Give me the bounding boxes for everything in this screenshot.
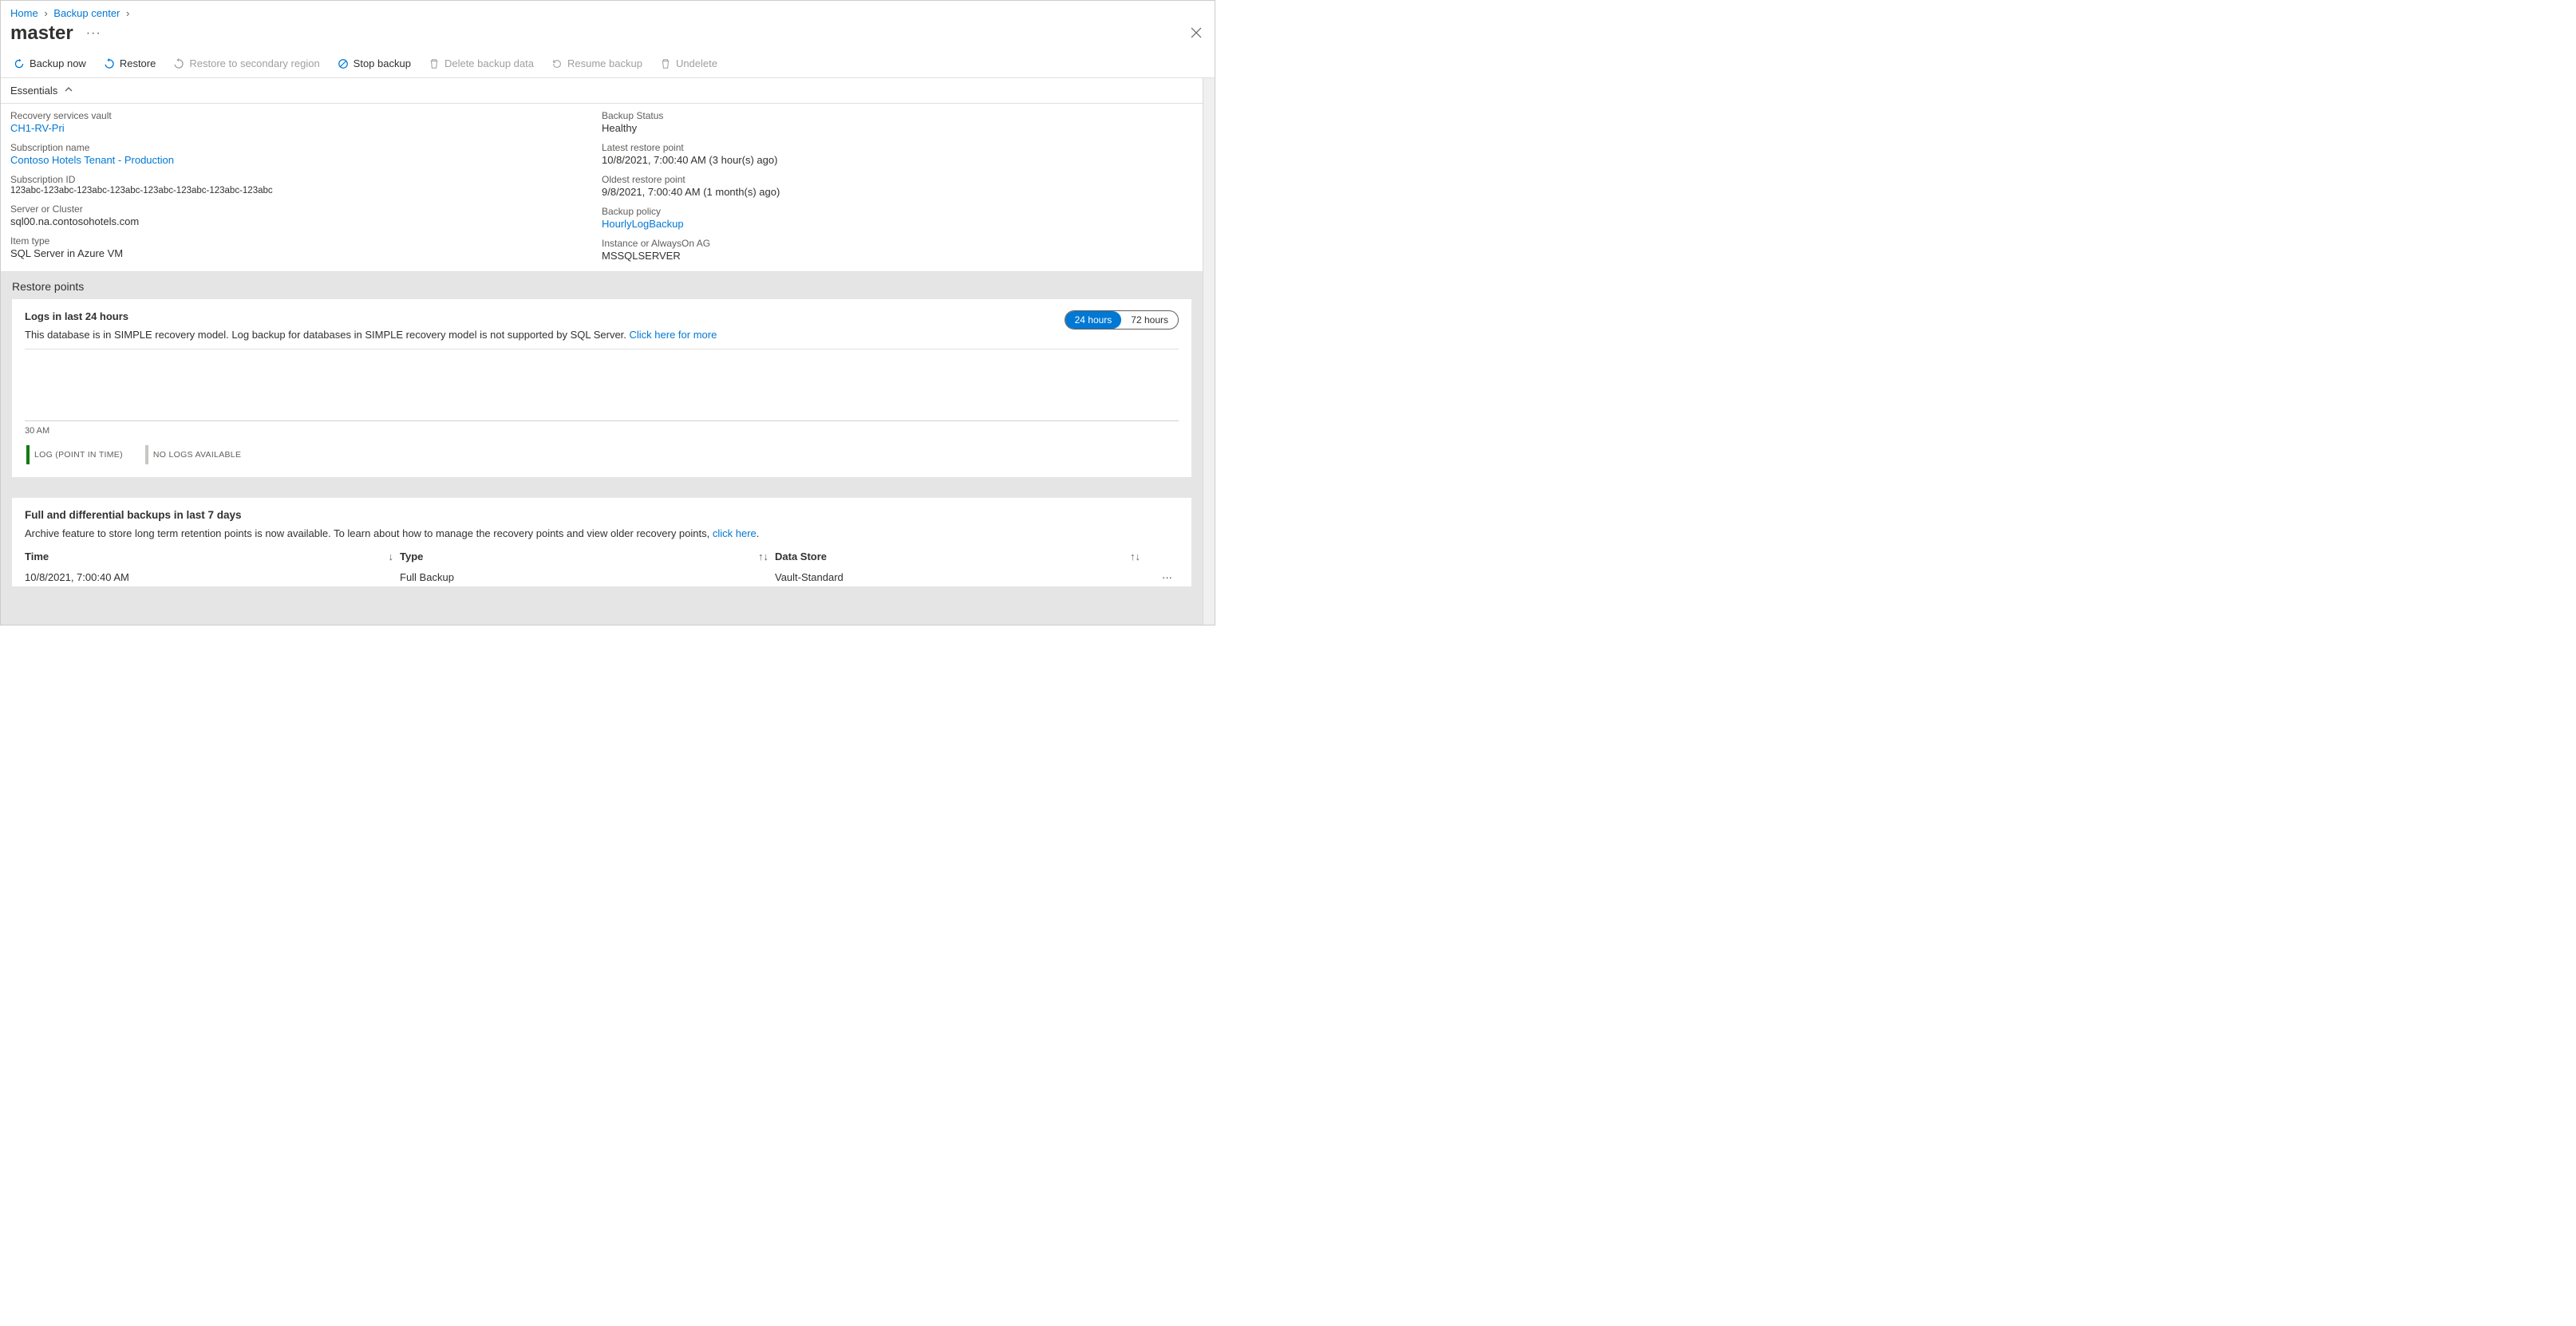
logs-card-title: Logs in last 24 hours <box>25 310 717 322</box>
latest-restore-label: Latest restore point <box>602 142 1193 153</box>
undelete-icon <box>660 58 671 69</box>
backup-status-label: Backup Status <box>602 110 1193 121</box>
vertical-scrollbar[interactable] <box>1203 78 1215 625</box>
page-title: master <box>10 22 73 45</box>
backup-policy-label: Backup policy <box>602 206 1193 217</box>
stop-backup-icon <box>338 58 349 69</box>
toggle-24h[interactable]: 24 hours <box>1065 311 1122 329</box>
vault-link[interactable]: CH1-RV-Pri <box>10 122 602 134</box>
latest-restore-value: 10/8/2021, 7:00:40 AM (3 hour(s) ago) <box>602 154 1193 166</box>
logs-chart: 30 AM <box>25 353 1179 440</box>
legend-swatch-gray <box>145 445 148 464</box>
backup-now-button[interactable]: Backup now <box>14 57 86 69</box>
col-type-header[interactable]: Type ↑↓ <box>400 547 775 566</box>
oldest-restore-value: 9/8/2021, 7:00:40 AM (1 month(s) ago) <box>602 186 1193 198</box>
sort-icon[interactable]: ↑↓ <box>1130 551 1140 562</box>
table-row[interactable]: 10/8/2021, 7:00:40 AM Full Backup Vault-… <box>25 566 1179 586</box>
toolbar: Backup now Restore Restore to secondary … <box>1 53 1215 78</box>
breadcrumb-backup-center[interactable]: Backup center <box>53 7 120 19</box>
item-type-value: SQL Server in Azure VM <box>10 247 602 259</box>
sort-icon[interactable]: ↓ <box>389 551 394 562</box>
more-menu-icon[interactable]: ··· <box>86 26 101 41</box>
logs-card: Logs in last 24 hours This database is i… <box>12 299 1191 477</box>
cell-type: Full Backup <box>400 570 775 583</box>
restore-secondary-button: Restore to secondary region <box>173 57 319 69</box>
breadcrumb-home[interactable]: Home <box>10 7 38 19</box>
vault-label: Recovery services vault <box>10 110 602 121</box>
essentials-panel: Recovery services vault CH1-RV-Pri Subsc… <box>1 104 1203 272</box>
breadcrumb: Home › Backup center › <box>1 1 1215 21</box>
toggle-72h[interactable]: 72 hours <box>1121 311 1178 329</box>
legend-no-logs: NO LOGS AVAILABLE <box>145 445 241 464</box>
backup-now-icon <box>14 58 25 69</box>
logs-learn-more-link[interactable]: Click here for more <box>630 329 717 341</box>
breadcrumb-separator: › <box>44 7 47 19</box>
time-range-toggle[interactable]: 24 hours 72 hours <box>1065 310 1179 330</box>
col-datastore-header[interactable]: Data Store ↑↓ <box>775 547 1147 566</box>
legend-swatch-green <box>26 445 30 464</box>
logs-card-description: This database is in SIMPLE recovery mode… <box>25 329 717 341</box>
restore-icon <box>104 58 115 69</box>
legend-log-pit: LOG (POINT IN TIME) <box>26 445 123 464</box>
restore-button[interactable]: Restore <box>104 57 156 69</box>
server-label: Server or Cluster <box>10 203 602 215</box>
item-type-label: Item type <box>10 235 602 247</box>
resume-icon <box>551 58 563 69</box>
col-time-header[interactable]: Time ↓ <box>25 547 400 566</box>
archive-learn-more-link[interactable]: click here <box>713 527 757 539</box>
subscription-id-label: Subscription ID <box>10 174 602 185</box>
stop-backup-button[interactable]: Stop backup <box>338 57 411 69</box>
subscription-name-label: Subscription name <box>10 142 602 153</box>
full-diff-card: Full and differential backups in last 7 … <box>12 498 1191 586</box>
chevron-up-icon <box>64 85 73 97</box>
server-value: sql00.na.contosohotels.com <box>10 215 602 227</box>
restore-secondary-icon <box>173 58 184 69</box>
instance-label: Instance or AlwaysOn AG <box>602 238 1193 249</box>
backups-table-header: Time ↓ Type ↑↓ Data Store ↑↓ <box>25 547 1179 566</box>
oldest-restore-label: Oldest restore point <box>602 174 1193 185</box>
subscription-id-value: 123abc-123abc-123abc-123abc-123abc-123ab… <box>10 186 602 195</box>
backup-policy-link[interactable]: HourlyLogBackup <box>602 218 1193 230</box>
cell-datastore: Vault-Standard <box>775 570 1147 583</box>
backup-status-value: Healthy <box>602 122 1193 134</box>
restore-points-heading: Restore points <box>1 272 1203 299</box>
full-diff-description: Archive feature to store long term reten… <box>25 527 1179 539</box>
trash-icon <box>429 58 440 69</box>
close-icon[interactable] <box>1191 27 1202 41</box>
sort-icon[interactable]: ↑↓ <box>758 551 768 562</box>
essentials-toggle[interactable]: Essentials <box>1 78 1203 104</box>
resume-backup-button: Resume backup <box>551 57 642 69</box>
chart-tick-label: 30 AM <box>25 426 49 436</box>
cell-time: 10/8/2021, 7:00:40 AM <box>25 570 400 583</box>
chart-legend: LOG (POINT IN TIME) NO LOGS AVAILABLE <box>25 445 1179 464</box>
undelete-button: Undelete <box>660 57 717 69</box>
row-menu-icon[interactable]: ··· <box>1147 570 1179 583</box>
subscription-name-link[interactable]: Contoso Hotels Tenant - Production <box>10 154 602 166</box>
breadcrumb-separator: › <box>126 7 129 19</box>
full-diff-title: Full and differential backups in last 7 … <box>25 509 1179 521</box>
instance-value: MSSQLSERVER <box>602 250 1193 262</box>
delete-backup-data-button: Delete backup data <box>429 57 534 69</box>
